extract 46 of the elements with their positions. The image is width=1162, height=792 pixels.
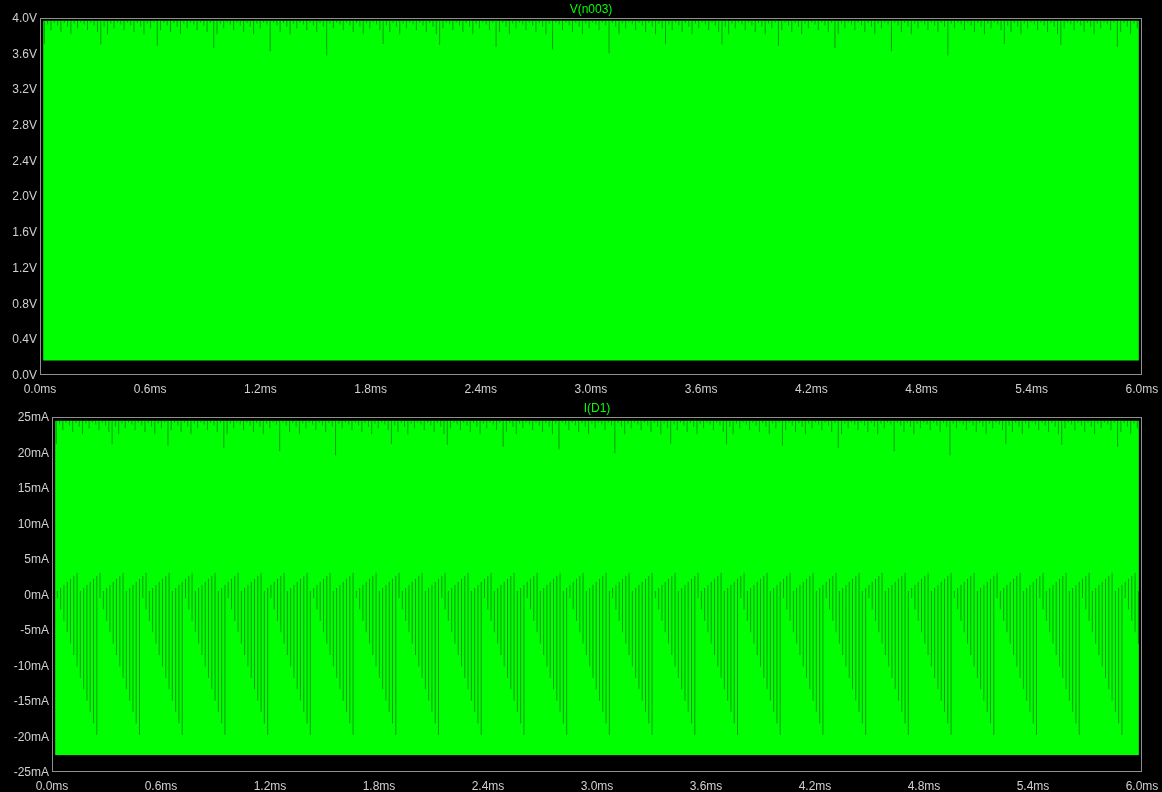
x-axis-label: 1.8ms <box>361 780 397 792</box>
y-axis-label: -5mA <box>19 624 49 636</box>
y-axis-label: 3.2V <box>11 83 37 96</box>
x-axis-label: 6.0ms <box>1124 383 1160 395</box>
y-axis-label: 4.0V <box>11 12 37 24</box>
x-axis-label: 3.0ms <box>573 383 609 395</box>
y-axis-label: -25mA <box>12 766 49 778</box>
y-axis-label: 10mA <box>16 517 49 530</box>
y-axis-label: 20mA <box>16 446 49 459</box>
y-axis-label: -15mA <box>12 695 49 707</box>
x-axis-label: 0.6ms <box>132 383 168 395</box>
x-axis-label: 3.6ms <box>688 780 724 792</box>
x-axis-label: 4.2ms <box>797 780 833 792</box>
y-axis-label: -10mA <box>12 659 49 672</box>
x-axis-label: 0.0ms <box>34 780 70 792</box>
y-axis-label: 5mA <box>23 553 49 565</box>
y-axis-label: 1.2V <box>11 261 37 274</box>
trace-title: V(n003) <box>569 3 613 16</box>
x-axis-label: 2.4ms <box>463 383 499 395</box>
y-axis-label: 2.8V <box>11 119 37 132</box>
y-axis-label: 2.4V <box>11 154 37 167</box>
y-axis-label: 1.6V <box>11 226 37 239</box>
y-axis-label: 2.0V <box>11 190 37 203</box>
x-axis-label: 5.4ms <box>1014 383 1050 395</box>
x-axis-label: 0.6ms <box>143 780 179 792</box>
y-axis-label: 15mA <box>16 482 49 494</box>
x-axis-label: 4.2ms <box>793 383 829 395</box>
x-axis-label: 1.2ms <box>243 383 278 395</box>
y-axis-label: 0.8V <box>11 297 37 310</box>
x-axis-label: 1.2ms <box>252 780 288 792</box>
y-axis-label: 0mA <box>23 588 49 601</box>
x-axis-label: 0.0ms <box>22 383 58 395</box>
x-axis-label: 2.4ms <box>470 780 506 792</box>
x-axis-label: 4.8ms <box>904 383 939 395</box>
y-axis-label: 0.0V <box>11 368 37 381</box>
x-axis-label: 3.6ms <box>683 383 719 395</box>
y-axis-label: -20mA <box>12 730 49 743</box>
y-axis-label: 3.6V <box>11 47 37 60</box>
x-axis-label: 1.8ms <box>353 383 388 395</box>
x-axis-label: 5.4ms <box>1015 780 1051 792</box>
x-axis-label: 3.0ms <box>579 780 615 792</box>
trace-title: I(D1) <box>583 402 611 415</box>
x-axis-label: 4.8ms <box>906 780 942 792</box>
y-axis-label: 0.4V <box>11 333 37 346</box>
y-axis-label: 25mA <box>16 411 49 423</box>
x-axis-label: 6.0ms <box>1124 780 1160 792</box>
